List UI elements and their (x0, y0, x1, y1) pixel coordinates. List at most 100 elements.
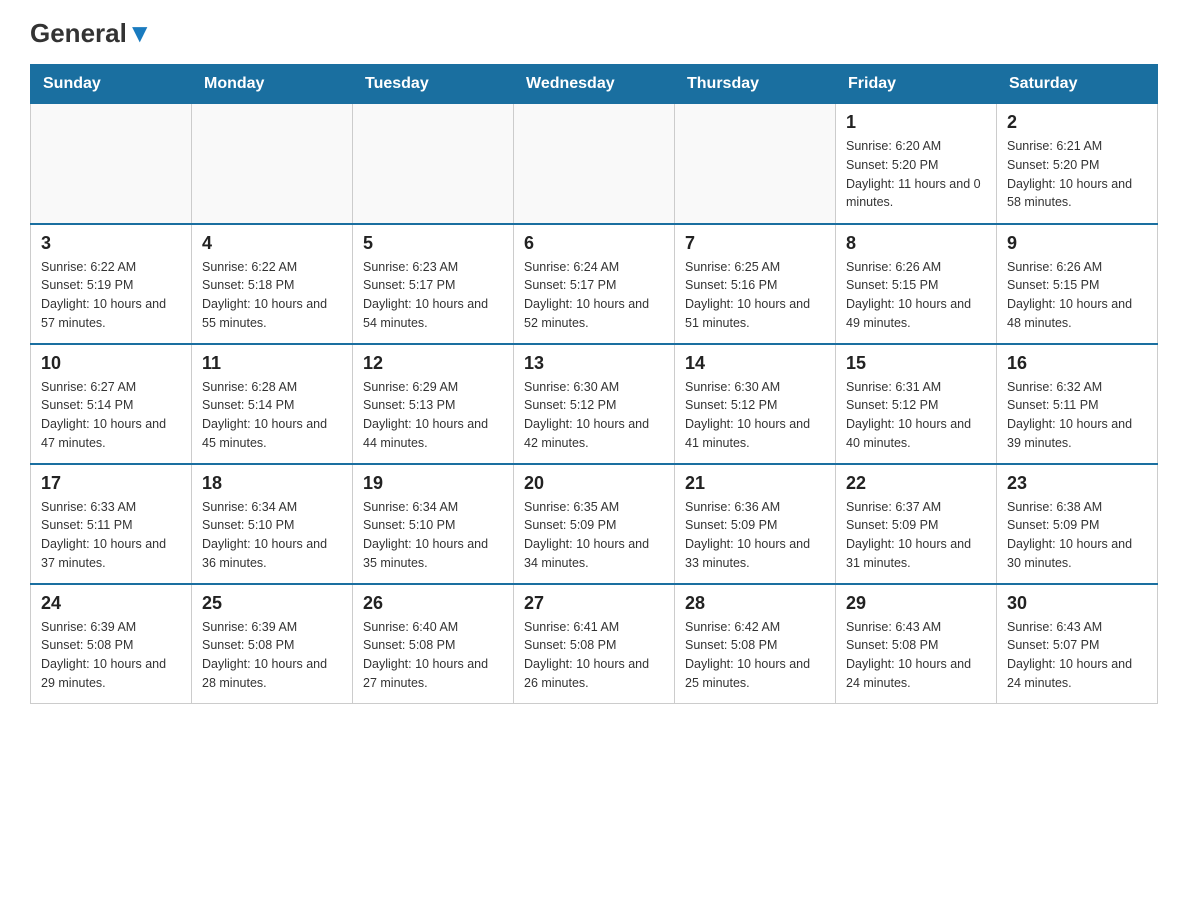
day-info: Sunrise: 6:25 AMSunset: 5:16 PMDaylight:… (685, 258, 825, 333)
day-info: Sunrise: 6:33 AMSunset: 5:11 PMDaylight:… (41, 498, 181, 573)
day-info: Sunrise: 6:43 AMSunset: 5:08 PMDaylight:… (846, 618, 986, 693)
day-number: 23 (1007, 473, 1147, 494)
day-number: 26 (363, 593, 503, 614)
day-info: Sunrise: 6:36 AMSunset: 5:09 PMDaylight:… (685, 498, 825, 573)
calendar-cell: 19 Sunrise: 6:34 AMSunset: 5:10 PMDayligh… (353, 464, 514, 584)
day-number: 11 (202, 353, 342, 374)
day-info: Sunrise: 6:27 AMSunset: 5:14 PMDaylight:… (41, 378, 181, 453)
day-number: 14 (685, 353, 825, 374)
day-number: 27 (524, 593, 664, 614)
calendar-cell: 1 Sunrise: 6:20 AMSunset: 5:20 PMDaylight… (836, 104, 997, 224)
day-of-week-header: Friday (836, 65, 997, 104)
logo: General▼ (30, 20, 153, 44)
day-number: 1 (846, 112, 986, 133)
day-number: 12 (363, 353, 503, 374)
calendar-cell: 18Sunrise: 6:34 AMSunset: 5:10 PMDayligh… (192, 464, 353, 584)
calendar-cell (514, 104, 675, 224)
day-info: Sunrise: 6:31 AMSunset: 5:12 PMDaylight:… (846, 378, 986, 453)
day-info: Sunrise: 6:34 AMSunset: 5:10 PMDaylight:… (363, 498, 503, 573)
calendar-cell: 30 Sunrise: 6:43 AMSunset: 5:07 PMDayligh… (997, 584, 1158, 704)
calendar-cell: 27Sunrise: 6:41 AMSunset: 5:08 PMDayligh… (514, 584, 675, 704)
day-info: Sunrise: 6:42 AMSunset: 5:08 PMDaylight:… (685, 618, 825, 693)
day-number: 22 (846, 473, 986, 494)
calendar-cell: 14 Sunrise: 6:30 AMSunset: 5:12 PMDayligh… (675, 344, 836, 464)
day-number: 10 (41, 353, 181, 374)
day-info: Sunrise: 6:39 AMSunset: 5:08 PMDaylight:… (41, 618, 181, 693)
day-number: 13 (524, 353, 664, 374)
day-info: Sunrise: 6:43 AMSunset: 5:07 PMDaylight:… (1007, 618, 1147, 693)
day-info: Sunrise: 6:22 AMSunset: 5:19 PMDaylight:… (41, 258, 181, 333)
calendar-cell (192, 104, 353, 224)
day-info: Sunrise: 6:28 AMSunset: 5:14 PMDaylight:… (202, 378, 342, 453)
day-info: Sunrise: 6:38 AMSunset: 5:09 PMDaylight:… (1007, 498, 1147, 573)
calendar-cell: 3 Sunrise: 6:22 AMSunset: 5:19 PMDaylight… (31, 224, 192, 344)
day-number: 29 (846, 593, 986, 614)
day-info: Sunrise: 6:30 AMSunset: 5:12 PMDaylight:… (685, 378, 825, 453)
day-of-week-header: Wednesday (514, 65, 675, 104)
calendar-cell (675, 104, 836, 224)
day-info: Sunrise: 6:32 AMSunset: 5:11 PMDaylight:… (1007, 378, 1147, 453)
calendar-cell: 10 Sunrise: 6:27 AMSunset: 5:14 PMDayligh… (31, 344, 192, 464)
day-number: 5 (363, 233, 503, 254)
day-of-week-header: Sunday (31, 65, 192, 104)
day-number: 25 (202, 593, 342, 614)
calendar-cell: 8 Sunrise: 6:26 AMSunset: 5:15 PMDaylight… (836, 224, 997, 344)
day-number: 2 (1007, 112, 1147, 133)
day-info: Sunrise: 6:37 AMSunset: 5:09 PMDaylight:… (846, 498, 986, 573)
logo-general: General▼ (30, 20, 153, 46)
day-info: Sunrise: 6:22 AMSunset: 5:18 PMDaylight:… (202, 258, 342, 333)
calendar-cell: 20 Sunrise: 6:35 AMSunset: 5:09 PMDayligh… (514, 464, 675, 584)
calendar-cell: 24 Sunrise: 6:39 AMSunset: 5:08 PMDayligh… (31, 584, 192, 704)
day-number: 24 (41, 593, 181, 614)
day-of-week-header: Thursday (675, 65, 836, 104)
day-number: 28 (685, 593, 825, 614)
day-info: Sunrise: 6:30 AMSunset: 5:12 PMDaylight:… (524, 378, 664, 453)
calendar-cell: 23 Sunrise: 6:38 AMSunset: 5:09 PMDayligh… (997, 464, 1158, 584)
day-info: Sunrise: 6:39 AMSunset: 5:08 PMDaylight:… (202, 618, 342, 693)
calendar-cell: 12 Sunrise: 6:29 AMSunset: 5:13 PMDayligh… (353, 344, 514, 464)
day-number: 17 (41, 473, 181, 494)
day-number: 7 (685, 233, 825, 254)
calendar-cell: 2 Sunrise: 6:21 AMSunset: 5:20 PMDaylight… (997, 104, 1158, 224)
day-number: 21 (685, 473, 825, 494)
calendar-week-row: 24 Sunrise: 6:39 AMSunset: 5:08 PMDayligh… (31, 584, 1158, 704)
day-number: 15 (846, 353, 986, 374)
calendar-cell: 11 Sunrise: 6:28 AMSunset: 5:14 PMDayligh… (192, 344, 353, 464)
day-number: 16 (1007, 353, 1147, 374)
calendar-cell (353, 104, 514, 224)
calendar-cell: 28 Sunrise: 6:42 AMSunset: 5:08 PMDayligh… (675, 584, 836, 704)
day-number: 20 (524, 473, 664, 494)
calendar-header-row: SundayMondayTuesdayWednesdayThursdayFrid… (31, 65, 1158, 104)
calendar-week-row: 3 Sunrise: 6:22 AMSunset: 5:19 PMDaylight… (31, 224, 1158, 344)
calendar-cell: 13 Sunrise: 6:30 AMSunset: 5:12 PMDayligh… (514, 344, 675, 464)
calendar-cell: 21 Sunrise: 6:36 AMSunset: 5:09 PMDayligh… (675, 464, 836, 584)
day-number: 4 (202, 233, 342, 254)
calendar-cell: 4 Sunrise: 6:22 AMSunset: 5:18 PMDaylight… (192, 224, 353, 344)
calendar-cell (31, 104, 192, 224)
day-info: Sunrise: 6:26 AMSunset: 5:15 PMDaylight:… (1007, 258, 1147, 333)
day-number: 8 (846, 233, 986, 254)
day-number: 3 (41, 233, 181, 254)
calendar-week-row: 1 Sunrise: 6:20 AMSunset: 5:20 PMDaylight… (31, 104, 1158, 224)
day-info: Sunrise: 6:23 AMSunset: 5:17 PMDaylight:… (363, 258, 503, 333)
day-info: Sunrise: 6:24 AMSunset: 5:17 PMDaylight:… (524, 258, 664, 333)
day-info: Sunrise: 6:26 AMSunset: 5:15 PMDaylight:… (846, 258, 986, 333)
day-of-week-header: Monday (192, 65, 353, 104)
day-info: Sunrise: 6:29 AMSunset: 5:13 PMDaylight:… (363, 378, 503, 453)
day-info: Sunrise: 6:20 AMSunset: 5:20 PMDaylight:… (846, 137, 986, 212)
calendar-cell: 26Sunrise: 6:40 AMSunset: 5:08 PMDayligh… (353, 584, 514, 704)
calendar-week-row: 10 Sunrise: 6:27 AMSunset: 5:14 PMDayligh… (31, 344, 1158, 464)
day-number: 30 (1007, 593, 1147, 614)
day-info: Sunrise: 6:34 AMSunset: 5:10 PMDaylight:… (202, 498, 342, 573)
calendar-cell: 15 Sunrise: 6:31 AMSunset: 5:12 PMDayligh… (836, 344, 997, 464)
page-header: General▼ (30, 20, 1158, 44)
calendar-cell: 9 Sunrise: 6:26 AMSunset: 5:15 PMDaylight… (997, 224, 1158, 344)
calendar-cell: 6Sunrise: 6:24 AMSunset: 5:17 PMDaylight… (514, 224, 675, 344)
day-number: 19 (363, 473, 503, 494)
day-info: Sunrise: 6:35 AMSunset: 5:09 PMDaylight:… (524, 498, 664, 573)
calendar-cell: 17 Sunrise: 6:33 AMSunset: 5:11 PMDayligh… (31, 464, 192, 584)
calendar-cell: 22 Sunrise: 6:37 AMSunset: 5:09 PMDayligh… (836, 464, 997, 584)
day-number: 9 (1007, 233, 1147, 254)
day-info: Sunrise: 6:21 AMSunset: 5:20 PMDaylight:… (1007, 137, 1147, 212)
calendar-cell: 16 Sunrise: 6:32 AMSunset: 5:11 PMDayligh… (997, 344, 1158, 464)
